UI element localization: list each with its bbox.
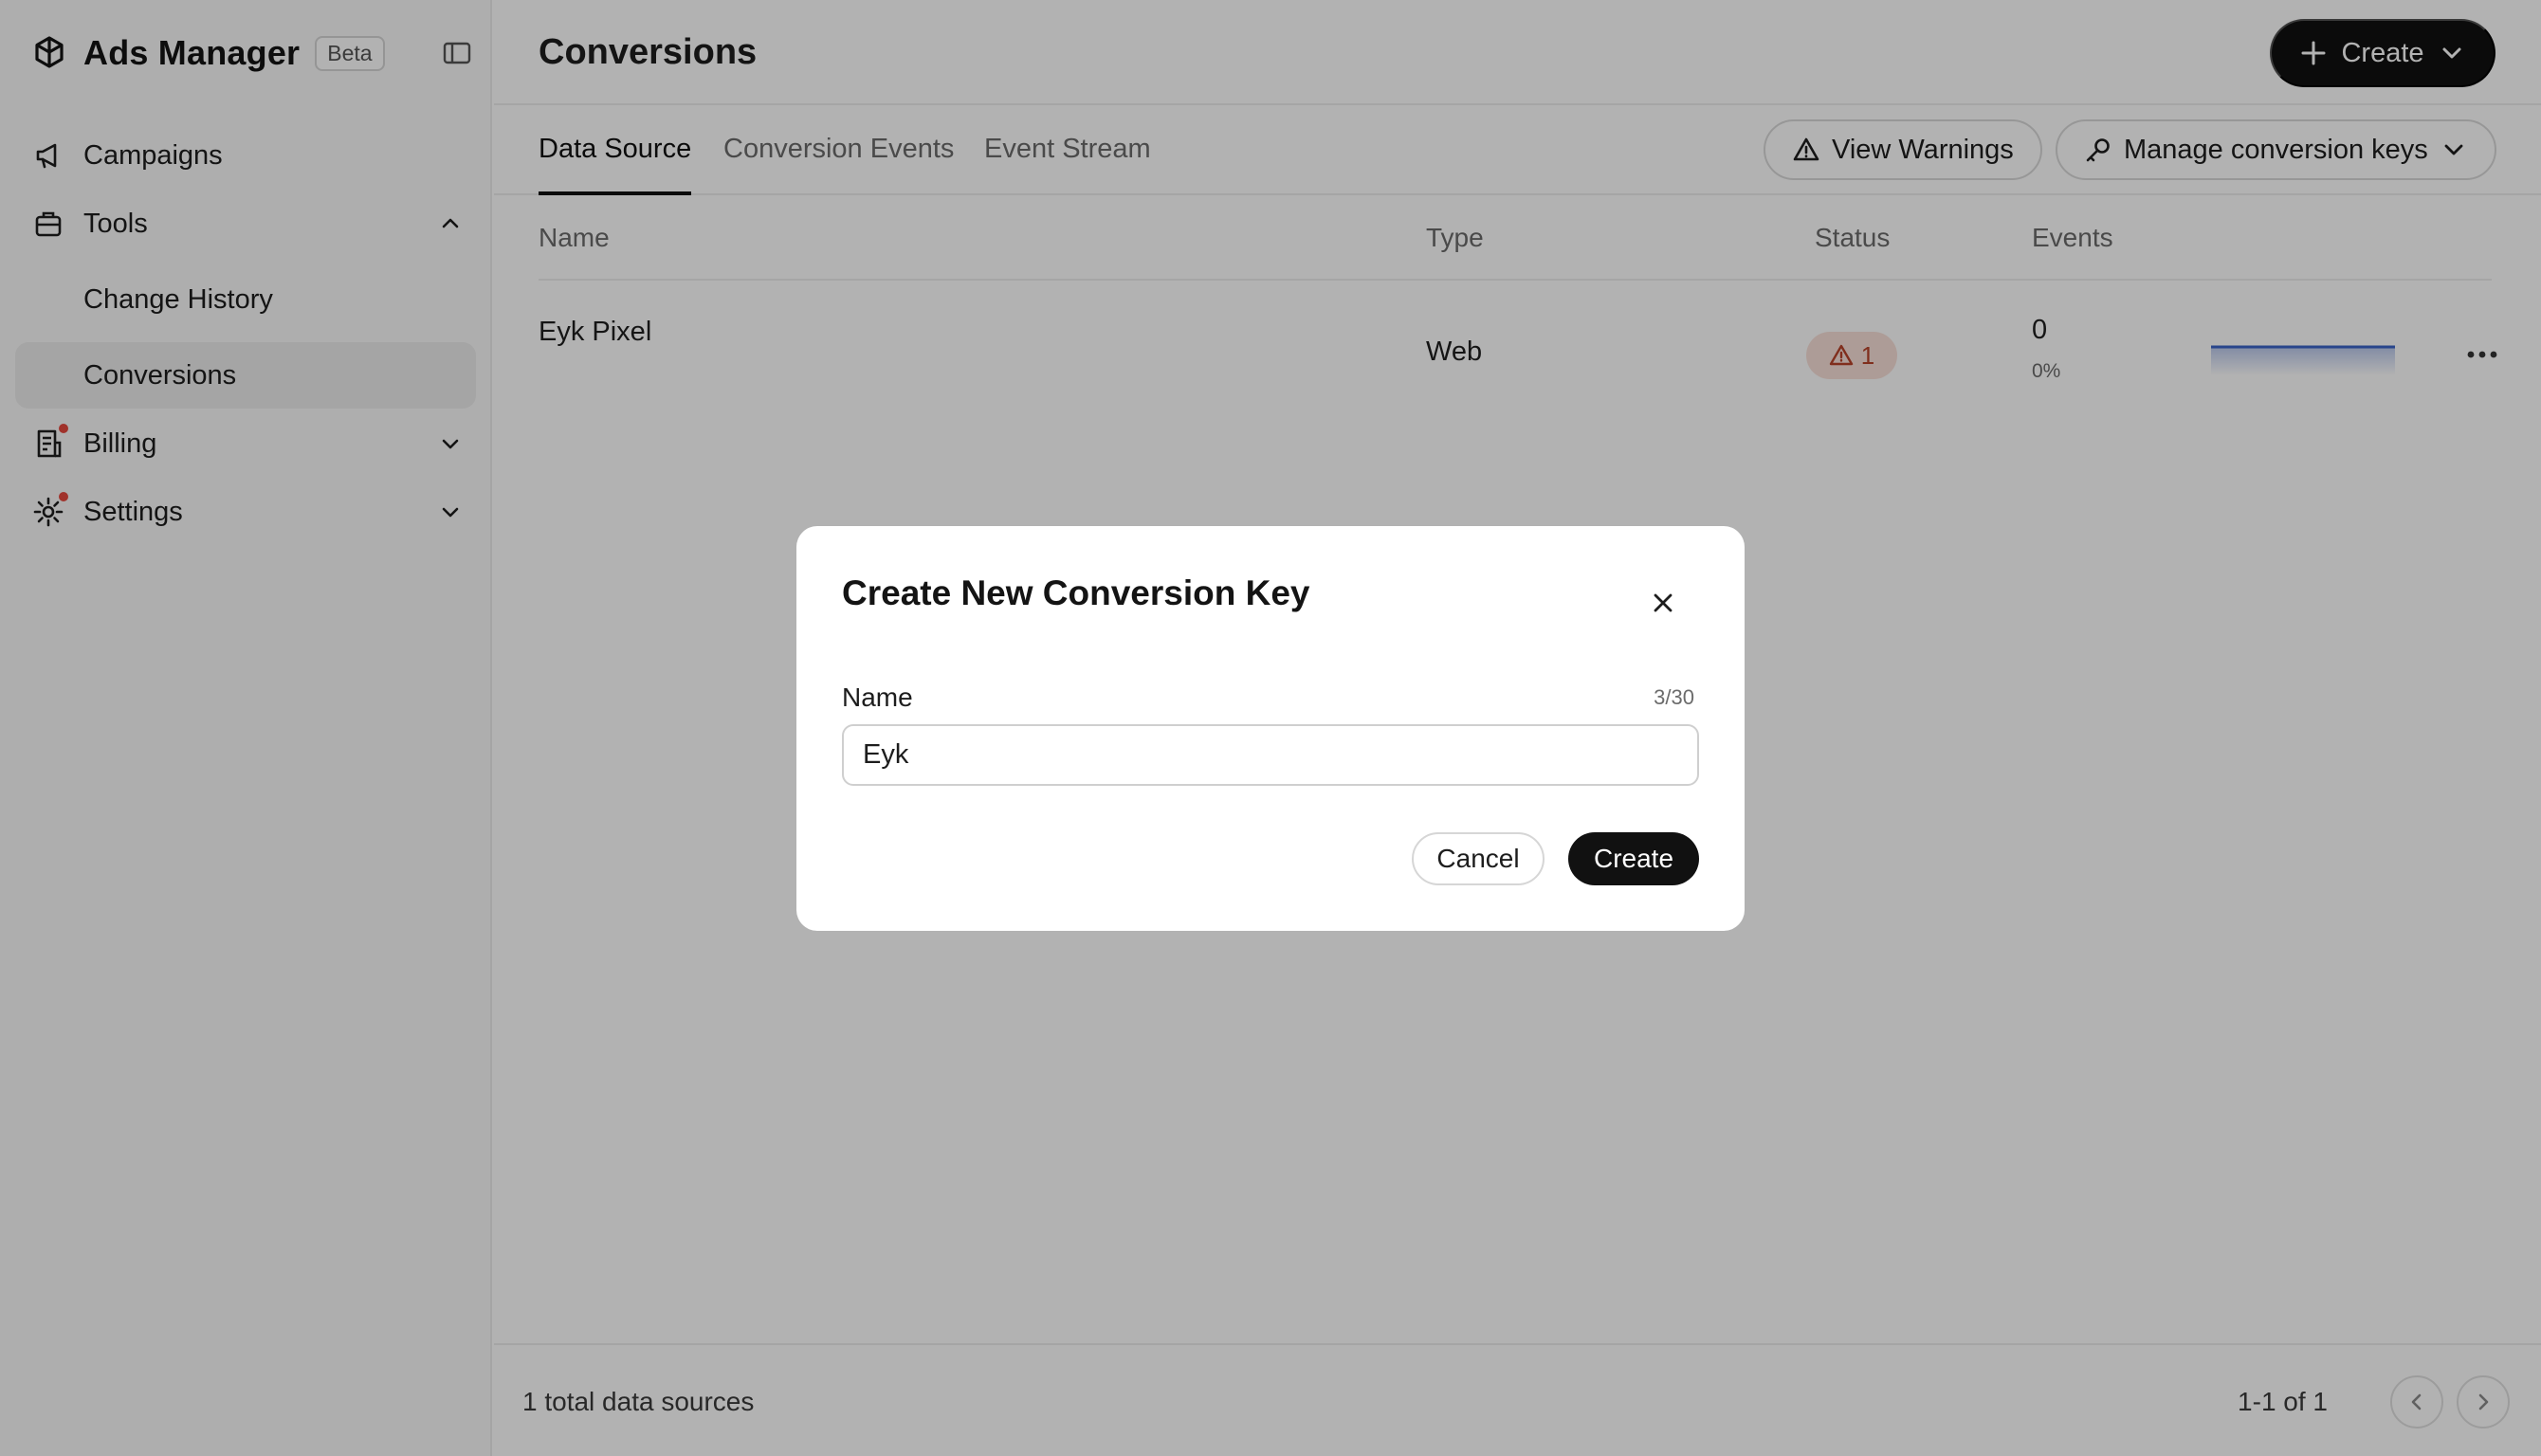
close-icon[interactable]: [1647, 587, 1679, 619]
cancel-button[interactable]: Cancel: [1412, 832, 1545, 885]
character-count: 3/30: [1654, 685, 1694, 709]
name-input[interactable]: [842, 724, 1699, 786]
create-key-button[interactable]: Create: [1568, 832, 1699, 885]
create-conversion-key-dialog: Create New Conversion Key Name 3/30 Canc…: [796, 526, 1745, 931]
dialog-title: Create New Conversion Key: [842, 573, 1310, 612]
name-field-label: Name: [842, 682, 913, 712]
